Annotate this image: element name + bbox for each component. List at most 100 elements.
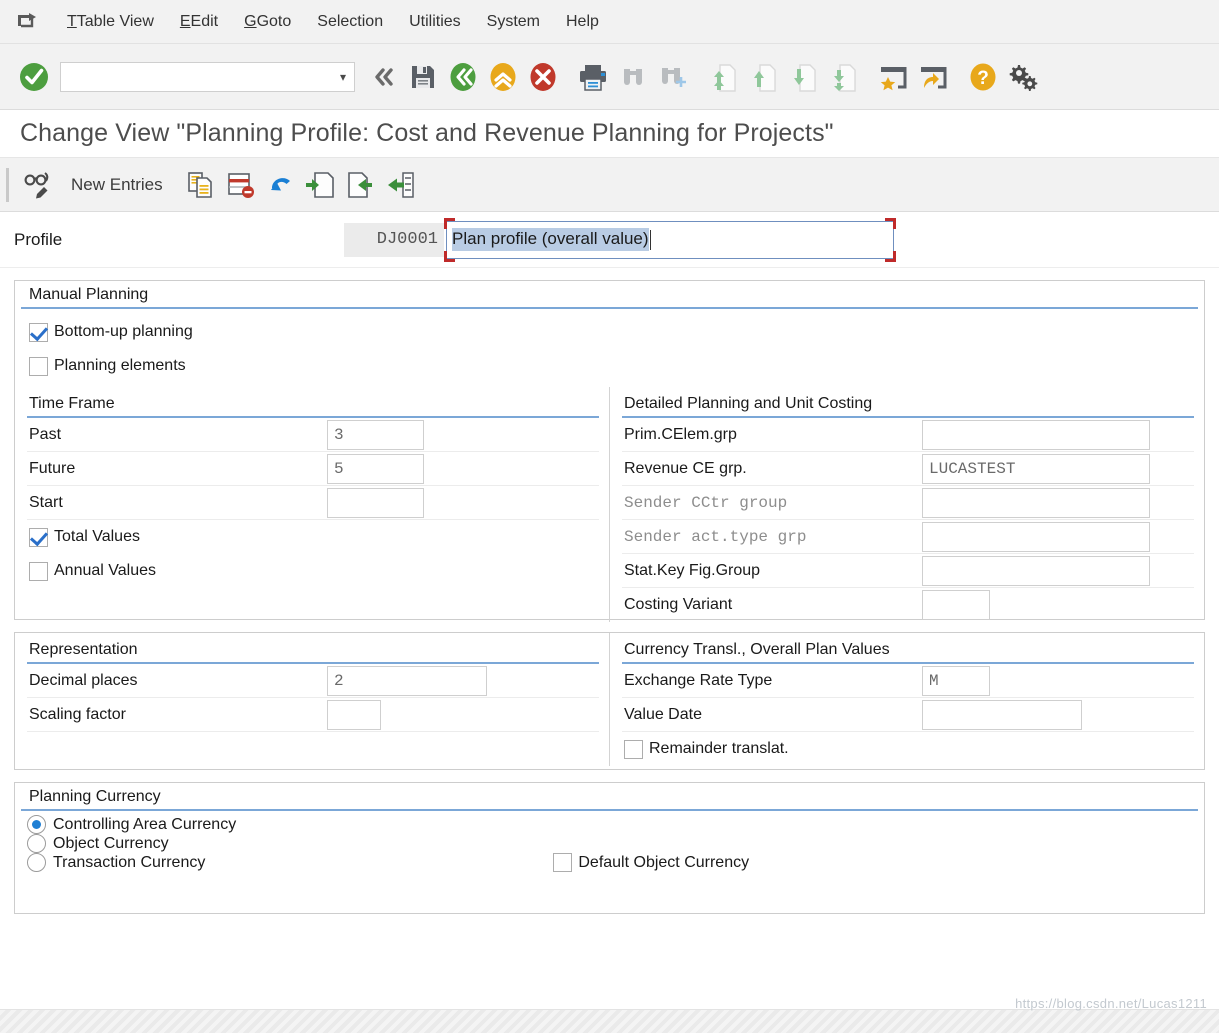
manual-planning-panel: Manual Planning Bottom-up planning Plann…: [14, 280, 1205, 622]
costing-variant-input[interactable]: [922, 590, 990, 620]
checkbox-icon[interactable]: [29, 322, 48, 342]
menu-item-system[interactable]: System: [474, 10, 553, 34]
checkbox-label: Total Values: [54, 528, 140, 545]
start-input[interactable]: [327, 487, 424, 518]
display-change-icon[interactable]: [17, 163, 57, 207]
profile-description-value: Plan profile (overall value): [452, 228, 649, 251]
menu-item-utilities[interactable]: Utilities: [396, 10, 474, 34]
print-icon[interactable]: [573, 55, 613, 99]
system-toolbar: ▾ ?: [0, 44, 1219, 110]
profile-label: Profile: [14, 229, 63, 249]
menu-item-goto[interactable]: GGoto: [231, 10, 304, 34]
copy-as-icon[interactable]: [181, 163, 221, 207]
field-label: Value Date: [624, 705, 702, 723]
next-page-icon[interactable]: [783, 55, 823, 99]
field-label: Sender act.type grp: [624, 527, 807, 546]
exit-icon[interactable]: [483, 55, 523, 99]
last-page-icon[interactable]: [823, 55, 863, 99]
next-entry-icon[interactable]: [341, 163, 381, 207]
back-icon[interactable]: [443, 55, 483, 99]
menu-item-table-view[interactable]: TTable View: [54, 10, 167, 34]
focus-corner-icon: [885, 250, 896, 262]
customize-icon[interactable]: [1003, 55, 1043, 99]
checkbox-icon[interactable]: [29, 356, 48, 376]
find-icon[interactable]: [613, 55, 653, 99]
radio-icon[interactable]: [27, 834, 46, 853]
find-next-icon[interactable]: [653, 55, 693, 99]
time-frame-subpanel: Time Frame Past 3 Future 5 Start Total V…: [15, 387, 610, 622]
checkbox-icon[interactable]: [29, 527, 48, 547]
focus-corner-icon: [885, 217, 896, 229]
field-label: Sender CCtr group: [624, 493, 788, 512]
radio-icon[interactable]: [27, 853, 46, 872]
field-row-scaling-factor: Scaling factor: [27, 698, 599, 732]
checkbox-icon[interactable]: [29, 561, 48, 581]
field-row-stat-key-fig-group: Stat.Key Fig.Group: [622, 554, 1194, 588]
sender-act-type-grp-input[interactable]: [922, 521, 1150, 552]
checkbox-total-values[interactable]: Total Values: [27, 520, 599, 554]
checkbox-label: Annual Values: [54, 562, 156, 579]
menu-item-label: Goto: [256, 12, 292, 30]
enter-check-icon[interactable]: [14, 55, 54, 99]
previous-entry-icon[interactable]: [301, 163, 341, 207]
representation-title: Representation: [29, 641, 138, 658]
profile-description-field[interactable]: Plan profile (overall value): [446, 220, 894, 259]
planning-currency-last-row: Transaction Currency Default Object Curr…: [27, 853, 1204, 872]
field-label: Start: [29, 493, 63, 511]
radio-object-currency[interactable]: Object Currency: [27, 834, 1204, 853]
prim-celem-grp-input[interactable]: [922, 419, 1150, 450]
profile-row: Profile DJ0001 Plan profile (overall val…: [0, 212, 1219, 268]
decimal-places-input[interactable]: 2: [327, 665, 487, 696]
radio-label: Controlling Area Currency: [53, 815, 237, 833]
planning-currency-panel: Planning Currency Controlling Area Curre…: [14, 782, 1205, 914]
detailed-planning-title: Detailed Planning and Unit Costing: [624, 395, 873, 412]
value-date-input[interactable]: [922, 699, 1082, 730]
create-session-icon[interactable]: [873, 55, 913, 99]
checkbox-planning-elements[interactable]: Planning elements: [29, 349, 1204, 383]
checkbox-annual-values[interactable]: Annual Values: [27, 554, 599, 588]
exchange-rate-type-input[interactable]: M: [922, 665, 990, 696]
radio-transaction-currency[interactable]: Transaction Currency: [27, 853, 205, 872]
menu-item-edit[interactable]: EEdit: [167, 10, 231, 34]
checkbox-remainder-translat[interactable]: Remainder translat.: [622, 732, 1194, 766]
field-row-revenue-ce-grp: Revenue CE grp. LUCASTEST: [622, 452, 1194, 486]
previous-page-icon[interactable]: [743, 55, 783, 99]
representation-currency-panel: Representation Decimal places 2 Scaling …: [14, 632, 1205, 770]
chevron-down-icon[interactable]: ▾: [340, 70, 346, 84]
past-input[interactable]: 3: [327, 419, 424, 450]
radio-icon[interactable]: [27, 815, 46, 834]
undo-icon[interactable]: [261, 163, 301, 207]
profile-description-field-wrapper[interactable]: Plan profile (overall value): [444, 217, 896, 262]
radio-controlling-area-currency[interactable]: Controlling Area Currency: [27, 815, 1204, 834]
stat-key-fig-group-input[interactable]: [922, 555, 1150, 586]
checkbox-default-object-currency[interactable]: Default Object Currency: [553, 853, 749, 872]
save-icon[interactable]: [403, 55, 443, 99]
status-bar: [0, 1009, 1219, 1033]
field-row-sender-act-type-grp: Sender act.type grp: [622, 520, 1194, 554]
new-entries-button[interactable]: New Entries: [57, 175, 181, 195]
window-menu-icon[interactable]: [14, 9, 40, 35]
menu-item-help[interactable]: Help: [553, 10, 612, 34]
checkbox-icon[interactable]: [553, 853, 573, 872]
checkbox-icon[interactable]: [624, 739, 643, 759]
create-shortcut-icon[interactable]: [913, 55, 953, 99]
details-icon[interactable]: [381, 163, 421, 207]
field-row-costing-variant: Costing Variant: [622, 588, 1194, 622]
field-label: Decimal places: [29, 671, 138, 689]
menu-item-selection[interactable]: Selection: [304, 10, 396, 34]
command-field[interactable]: ▾: [60, 61, 355, 92]
collapse-left-icon[interactable]: [363, 55, 403, 99]
scaling-factor-input[interactable]: [327, 699, 381, 730]
focus-corner-icon: [444, 217, 455, 229]
svg-text:?: ?: [977, 68, 989, 89]
delete-icon[interactable]: [221, 163, 261, 207]
first-page-icon[interactable]: [703, 55, 743, 99]
field-label: Revenue CE grp.: [624, 459, 747, 477]
cancel-icon[interactable]: [523, 55, 563, 99]
checkbox-bottom-up-planning[interactable]: Bottom-up planning: [29, 315, 1204, 349]
revenue-ce-grp-input[interactable]: LUCASTEST: [922, 453, 1150, 484]
field-row-prim-celem-grp: Prim.CElem.grp: [622, 418, 1194, 452]
help-icon[interactable]: ?: [963, 55, 1003, 99]
sender-cctr-group-input[interactable]: [922, 487, 1150, 518]
future-input[interactable]: 5: [327, 453, 424, 484]
